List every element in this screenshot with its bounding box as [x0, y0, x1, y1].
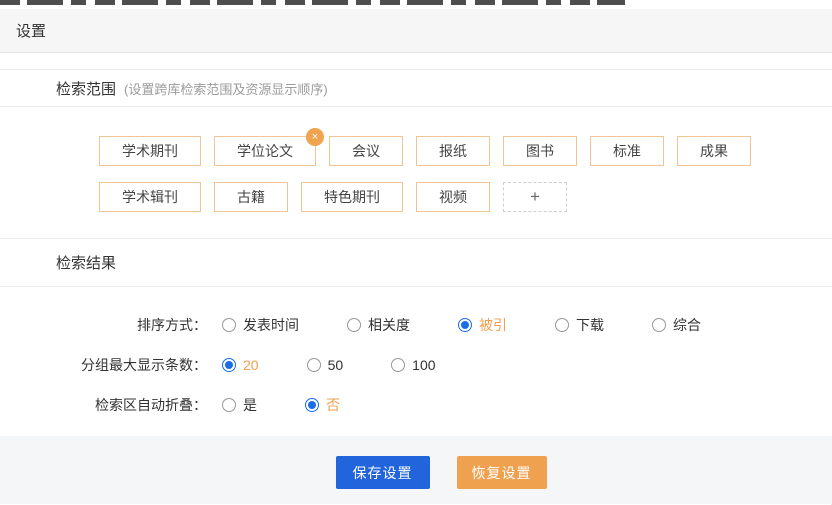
radio-count-20[interactable]: 20 — [222, 357, 259, 373]
radio-icon — [347, 318, 361, 332]
scope-tag-newspaper[interactable]: 报纸 — [416, 136, 490, 166]
clipped-background-text — [0, 0, 832, 9]
remove-tag-icon[interactable]: × — [306, 128, 324, 146]
radio-count-50[interactable]: 50 — [307, 357, 344, 373]
auto-collapse-label: 检索区自动折叠： — [0, 395, 207, 415]
sort-mode-row: 排序方式： 发表时间 相关度 被引 下载 — [0, 317, 832, 333]
scope-tags-area: 学术期刊 学位论文 × 会议 报纸 图书 标准 成果 学术辑刊 古籍 特色期刊 … — [0, 107, 832, 239]
radio-icon — [305, 398, 319, 412]
settings-dialog: 设置 检索范围 (设置跨库检索范围及资源显示顺序) 学术期刊 学位论文 × 会议… — [0, 0, 832, 505]
scope-tag-ancient-books[interactable]: 古籍 — [214, 182, 288, 212]
divider — [0, 53, 832, 70]
auto-collapse-options: 是 否 — [222, 395, 340, 415]
scope-tag-featured-journal[interactable]: 特色期刊 — [301, 182, 403, 212]
scope-tag-conference[interactable]: 会议 — [329, 136, 403, 166]
page-title: 设置 — [16, 20, 46, 41]
footer-buttons: 保存设置 恢复设置 — [336, 456, 547, 504]
scope-tag-achievement[interactable]: 成果 — [677, 136, 751, 166]
radio-icon — [555, 318, 569, 332]
radio-collapse-yes[interactable]: 是 — [222, 395, 257, 415]
results-section-header: 检索结果 — [0, 239, 832, 287]
radio-sort-publish-time[interactable]: 发表时间 — [222, 315, 299, 335]
radio-icon — [222, 358, 236, 372]
scope-section-header: 检索范围 (设置跨库检索范围及资源显示顺序) — [0, 70, 832, 107]
add-scope-button[interactable]: + — [503, 182, 567, 212]
radio-count-100[interactable]: 100 — [391, 357, 435, 373]
sort-mode-options: 发表时间 相关度 被引 下载 综合 — [222, 315, 701, 335]
save-settings-button[interactable]: 保存设置 — [336, 456, 430, 489]
scope-tag-list: 学术期刊 学位论文 × 会议 报纸 图书 标准 成果 学术辑刊 古籍 特色期刊 … — [99, 136, 801, 212]
scope-tag-book[interactable]: 图书 — [503, 136, 577, 166]
radio-sort-relevance[interactable]: 相关度 — [347, 315, 410, 335]
auto-collapse-row: 检索区自动折叠： 是 否 — [0, 397, 832, 413]
radio-sort-comprehensive[interactable]: 综合 — [652, 315, 701, 335]
page-header: 设置 — [0, 9, 832, 53]
scope-tag-academic-series[interactable]: 学术辑刊 — [99, 182, 201, 212]
radio-sort-cited[interactable]: 被引 — [458, 315, 507, 335]
scope-tag-academic-journal[interactable]: 学术期刊 — [99, 136, 201, 166]
group-max-count-row: 分组最大显示条数： 20 50 100 — [0, 357, 832, 373]
group-max-count-options: 20 50 100 — [222, 357, 436, 373]
sort-mode-label: 排序方式： — [0, 315, 207, 335]
radio-icon — [222, 398, 236, 412]
radio-icon — [222, 318, 236, 332]
restore-settings-button[interactable]: 恢复设置 — [457, 456, 547, 489]
scope-section-title: 检索范围 — [56, 78, 116, 99]
results-settings-form: 排序方式： 发表时间 相关度 被引 下载 — [0, 287, 832, 436]
radio-icon — [307, 358, 321, 372]
scope-tag-standard[interactable]: 标准 — [590, 136, 664, 166]
group-max-count-label: 分组最大显示条数： — [0, 355, 207, 375]
scope-tag-dissertation[interactable]: 学位论文 × — [214, 136, 316, 166]
results-section-title: 检索结果 — [56, 252, 116, 273]
radio-icon — [458, 318, 472, 332]
radio-icon — [652, 318, 666, 332]
radio-sort-download[interactable]: 下载 — [555, 315, 604, 335]
radio-collapse-no[interactable]: 否 — [305, 395, 340, 415]
dialog-footer: 保存设置 恢复设置 — [0, 436, 832, 504]
scope-section-note: (设置跨库检索范围及资源显示顺序) — [124, 79, 328, 98]
scope-tag-label: 学位论文 — [237, 141, 293, 161]
radio-icon — [391, 358, 405, 372]
scope-tag-video[interactable]: 视频 — [416, 182, 490, 212]
